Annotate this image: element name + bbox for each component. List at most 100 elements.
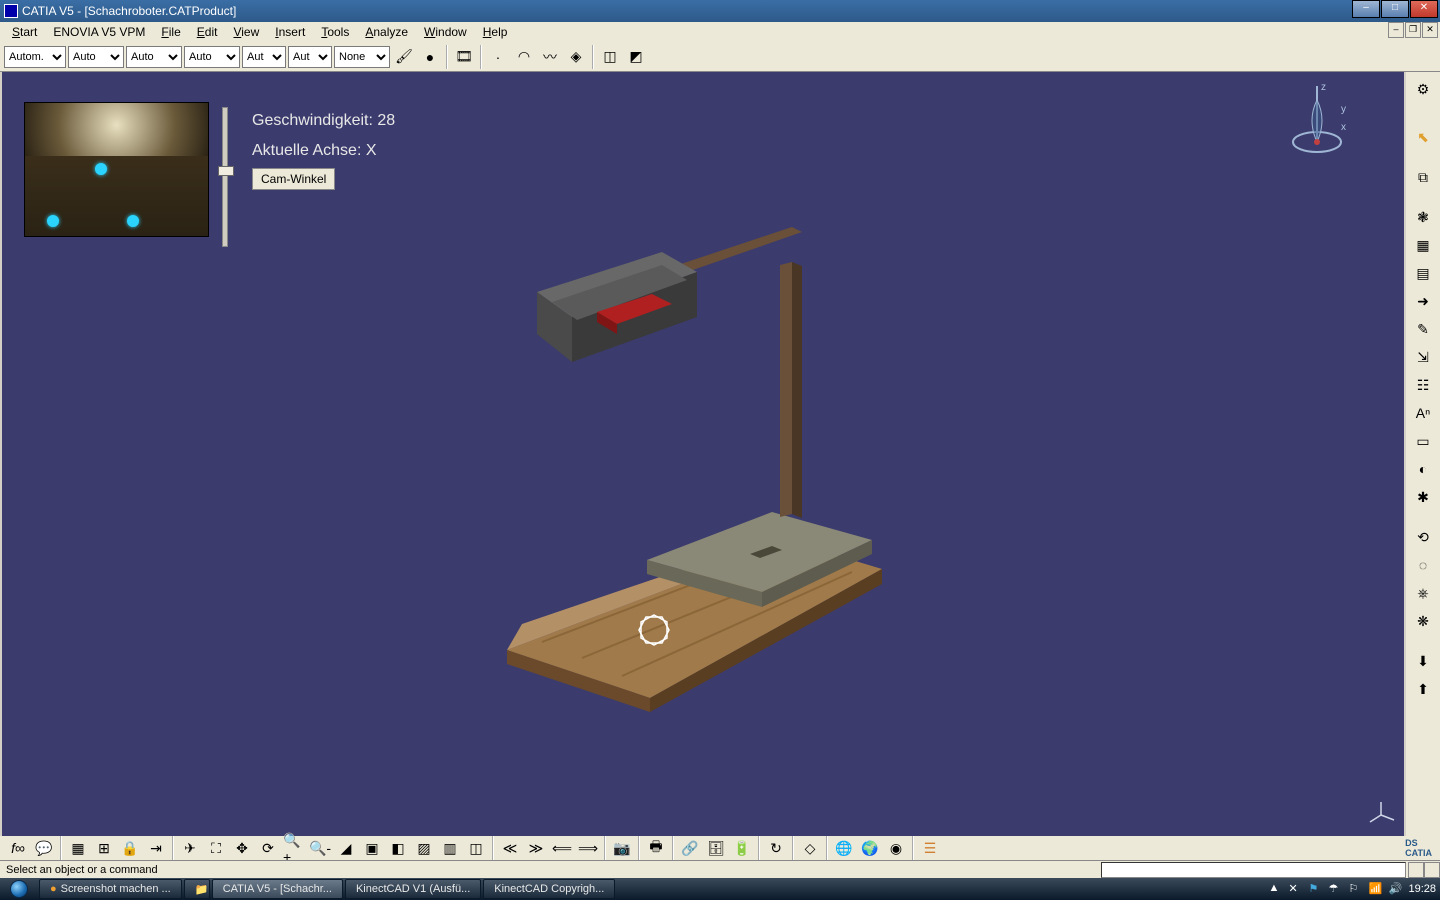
menu-file[interactable]: File (153, 23, 188, 41)
menu-tools[interactable]: Tools (313, 23, 357, 41)
tool-icon-4[interactable]: ▤ (1409, 260, 1437, 286)
point-icon[interactable]: · (486, 45, 510, 69)
mdi-minimize-button[interactable]: – (1388, 22, 1404, 38)
tool-icon-1[interactable]: ⧉ (1409, 164, 1437, 190)
cube2-icon[interactable]: ◩ (624, 45, 648, 69)
fly-icon[interactable]: ✈ (178, 836, 202, 860)
db-icon[interactable]: 🗄 (704, 836, 728, 860)
bluetooth-icon[interactable]: ⚑ (1308, 882, 1322, 896)
view-compass[interactable]: z y x (1289, 80, 1349, 150)
tool-icon-10[interactable]: ▭ (1409, 428, 1437, 454)
iso-icon[interactable]: ◧ (386, 836, 410, 860)
camera-icon[interactable]: 📷 (610, 836, 634, 860)
cube-icon[interactable]: ◇ (798, 836, 822, 860)
combo-7[interactable]: None (334, 46, 390, 68)
status-btn-2[interactable] (1424, 862, 1440, 878)
tool-icon-17[interactable]: ⬇ (1409, 648, 1437, 674)
nav2-icon[interactable]: ≫ (524, 836, 548, 860)
speech-icon[interactable]: 💬 (32, 836, 56, 860)
hlr-icon[interactable]: ◫ (464, 836, 488, 860)
tree-icon[interactable]: ⊞ (92, 836, 116, 860)
menu-enovia[interactable]: ENOVIA V5 VPM (45, 23, 153, 41)
tool-icon-12[interactable]: ✱ (1409, 484, 1437, 510)
tool-icon-7[interactable]: ⇲ (1409, 344, 1437, 370)
zoom-in-icon[interactable]: 🔍+ (282, 836, 306, 860)
arc-icon[interactable]: ◠ (512, 45, 536, 69)
rotate-icon[interactable]: ⟳ (256, 836, 280, 860)
mdi-close-button[interactable]: ✕ (1422, 22, 1438, 38)
tool-icon-2[interactable]: ❃ (1409, 204, 1437, 230)
nav3-icon[interactable]: ⟸ (550, 836, 574, 860)
refresh-icon[interactable]: ↻ (764, 836, 788, 860)
menu-insert[interactable]: Insert (267, 23, 313, 41)
film-icon[interactable]: 🎞 (452, 45, 476, 69)
fx-icon[interactable]: f∞ (6, 836, 30, 860)
volume-icon[interactable]: 🔊 (1388, 882, 1402, 896)
tray-icon[interactable]: ☂ (1328, 882, 1342, 896)
menu-view[interactable]: View (225, 23, 267, 41)
command-input[interactable] (1101, 862, 1406, 878)
cube1-icon[interactable]: ◫ (598, 45, 622, 69)
normal-view-icon[interactable]: ◢ (334, 836, 358, 860)
tool-icon-15[interactable]: ⎈ (1409, 580, 1437, 606)
tray-icon[interactable]: ▲ (1268, 882, 1282, 896)
menu-window[interactable]: Window (416, 23, 475, 41)
globe3-icon[interactable]: ◉ (884, 836, 908, 860)
pointer-icon[interactable]: ⬉ (1409, 124, 1437, 150)
tool-icon-18[interactable]: ⬆ (1409, 676, 1437, 702)
combo-4[interactable]: Auto (184, 46, 240, 68)
gear-icon[interactable]: ⚙ (1409, 76, 1437, 102)
mdi-restore-button[interactable]: ❐ (1405, 22, 1421, 38)
wire-icon[interactable]: ▥ (438, 836, 462, 860)
tool-icon-9[interactable]: Aⁿ (1409, 400, 1437, 426)
pan-icon[interactable]: ✥ (230, 836, 254, 860)
task-item[interactable]: KinectCAD Copyrigh... (483, 879, 615, 899)
fit-icon[interactable]: ⛶ (204, 836, 228, 860)
menu-edit[interactable]: Edit (189, 23, 226, 41)
menu-start[interactable]: Start (4, 23, 45, 41)
task-item[interactable]: KinectCAD V1 (Ausfü... (345, 879, 481, 899)
clock[interactable]: 19:28 (1408, 883, 1436, 895)
combo-1[interactable]: Autom. (4, 46, 66, 68)
tool-icon-3[interactable]: ▦ (1409, 232, 1437, 258)
multi-view-icon[interactable]: ▣ (360, 836, 384, 860)
link-icon[interactable]: 🔗 (678, 836, 702, 860)
globe2-icon[interactable]: 🌍 (858, 836, 882, 860)
nav4-icon[interactable]: ⟹ (576, 836, 600, 860)
lock-icon[interactable]: 🔒 (118, 836, 142, 860)
status-btn-1[interactable] (1408, 862, 1424, 878)
combo-6[interactable]: Aut (288, 46, 332, 68)
task-item-explorer[interactable]: 📁 (184, 879, 210, 899)
tool-icon-14[interactable]: ◌ (1409, 552, 1437, 578)
battery-icon[interactable]: 🔋 (730, 836, 754, 860)
window-minimize-button[interactable]: – (1352, 0, 1380, 18)
diamond-icon[interactable]: ◈ (564, 45, 588, 69)
tool-icon-6[interactable]: ✎ (1409, 316, 1437, 342)
window-maximize-button[interactable]: □ (1381, 0, 1409, 18)
tool-icon-13[interactable]: ⟲ (1409, 524, 1437, 550)
axis-icon[interactable] (1366, 800, 1396, 830)
tool-icon-11[interactable]: ◐ (1409, 456, 1437, 482)
curve-icon[interactable]: 〰 (538, 45, 562, 69)
task-item[interactable]: CATIA V5 - [Schachr... (212, 879, 343, 899)
tool-icon-5[interactable]: ➜ (1409, 288, 1437, 314)
tray-icon[interactable]: ✕ (1288, 882, 1302, 896)
zoom-out-icon[interactable]: 🔍- (308, 836, 332, 860)
nav1-icon[interactable]: ≪ (498, 836, 522, 860)
combo-3[interactable]: Auto (126, 46, 182, 68)
align-icon[interactable]: ⇥ (144, 836, 168, 860)
task-item[interactable]: ●Screenshot machen ... (39, 879, 182, 899)
grid-icon[interactable]: ▦ (66, 836, 90, 860)
brush-icon[interactable]: 🖌 (392, 45, 416, 69)
viewport-3d[interactable]: Geschwindigkeit: 28 Aktuelle Achse: X Ca… (2, 72, 1404, 838)
network-icon[interactable]: 📶 (1368, 882, 1382, 896)
tool-icon-16[interactable]: ❋ (1409, 608, 1437, 634)
menu-analyze[interactable]: Analyze (357, 23, 416, 41)
menu-help[interactable]: Help (475, 23, 516, 41)
shade-icon[interactable]: ▨ (412, 836, 436, 860)
globe1-icon[interactable]: 🌐 (832, 836, 856, 860)
window-close-button[interactable]: ✕ (1410, 0, 1438, 18)
sphere-icon[interactable]: ● (418, 45, 442, 69)
tool-icon-8[interactable]: ☷ (1409, 372, 1437, 398)
combo-2[interactable]: Auto (68, 46, 124, 68)
